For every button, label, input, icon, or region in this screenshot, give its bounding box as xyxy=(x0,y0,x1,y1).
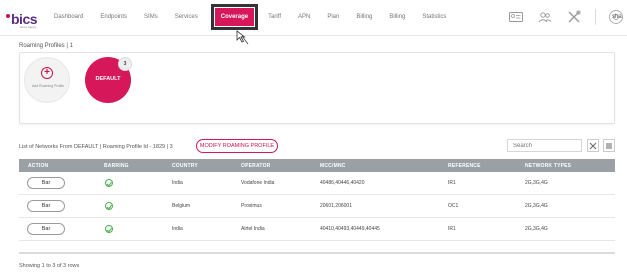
top-navigation-bar: bics we're happy Dashboard Endpoints SIM… xyxy=(0,0,627,36)
check-circle-icon xyxy=(105,225,113,233)
users-icon[interactable] xyxy=(537,9,553,25)
plus-icon: + xyxy=(41,67,53,79)
cell-mccmnc: 40486,40446,40420 xyxy=(320,180,365,186)
nav-tariff[interactable]: Tariff xyxy=(268,8,281,26)
column-header-country[interactable]: COUNTRY xyxy=(172,163,198,169)
columns-toggle-button[interactable] xyxy=(603,139,615,152)
check-circle-icon xyxy=(105,202,113,210)
cell-network-types: 2G,3G,4G xyxy=(525,226,548,232)
column-header-operator[interactable]: OPERATOR xyxy=(241,163,270,169)
toolbar-separator xyxy=(595,9,596,25)
main-nav: Dashboard Endpoints SIMs Services Covera… xyxy=(54,4,463,30)
roaming-profiles-title: Roaming Profiles | 1 xyxy=(19,43,73,49)
top-icons xyxy=(508,9,627,25)
profile-count-badge: 3 xyxy=(118,57,132,71)
nav-statistics[interactable]: Statistics xyxy=(422,8,446,26)
cell-network-types: 2G,3G,4G xyxy=(525,180,548,186)
table-row: Bar India Airtel India 40410,40493,40449… xyxy=(19,218,615,241)
nav-endpoints[interactable]: Endpoints xyxy=(100,8,127,26)
nav-services[interactable]: Services xyxy=(175,8,198,26)
list-icon xyxy=(606,143,612,148)
mouse-pointer-icon xyxy=(236,30,249,45)
cell-country: India xyxy=(172,226,183,232)
network-list-title: List of Networks From DEFAULT | Roaming … xyxy=(19,144,173,150)
nav-billing-2[interactable]: Billing xyxy=(389,8,405,26)
cell-operator: Airtel India xyxy=(241,226,265,232)
cell-operator: Vodafone India xyxy=(241,180,275,186)
table-row: Bar India Vodafone India 40486,40446,404… xyxy=(19,172,615,195)
cell-mccmnc: 40410,40493,40449,40445 xyxy=(320,226,380,232)
table-header: ACTION BARRING COUNTRY OPERATOR MCC/MNC … xyxy=(19,159,615,172)
id-card-icon[interactable] xyxy=(508,9,524,25)
column-header-barring[interactable]: BARRING xyxy=(104,163,129,169)
pagination-info: Showing 1 to 3 of 3 rows xyxy=(19,263,80,269)
cell-operator: Proximus xyxy=(241,203,262,209)
cell-country: India xyxy=(172,180,183,186)
tools-icon[interactable] xyxy=(566,9,582,25)
cell-reference: IR1 xyxy=(448,180,456,186)
add-roaming-profile-button[interactable]: + Add Roaming Profile xyxy=(24,57,70,103)
column-header-network-types[interactable]: NETWORK TYPES xyxy=(525,163,571,169)
bar-button[interactable]: Bar xyxy=(27,177,65,189)
cell-reference: IR1 xyxy=(448,226,456,232)
cell-country: Belgium xyxy=(172,203,191,209)
default-profile-label: DEFAULT xyxy=(95,76,121,82)
bar-button[interactable]: Bar xyxy=(27,200,65,212)
bics-logo[interactable]: bics we're happy xyxy=(6,10,38,29)
table-scrollbar[interactable] xyxy=(19,252,615,254)
nav-sims[interactable]: SIMs xyxy=(144,8,158,26)
user-name[interactable]: sha xyxy=(612,14,622,20)
networks-table: ACTION BARRING COUNTRY OPERATOR MCC/MNC … xyxy=(19,159,615,241)
add-roaming-profile-label: Add Roaming Profile xyxy=(31,84,65,88)
bar-button[interactable]: Bar xyxy=(27,223,65,235)
nav-dashboard[interactable]: Dashboard xyxy=(54,8,83,26)
column-header-mccmnc[interactable]: MCC/MNC xyxy=(320,163,346,169)
nav-billing[interactable]: Billing xyxy=(356,8,372,26)
logo-tagline: we're happy xyxy=(20,25,37,29)
column-header-action[interactable]: ACTION xyxy=(28,163,48,169)
modify-roaming-profile-button[interactable]: MODIFY ROAMING PROFILE xyxy=(196,139,278,153)
cell-reference: OC1 xyxy=(448,203,459,209)
cell-network-types: 2G,3G,4G xyxy=(525,203,548,209)
nav-plan[interactable]: Plan xyxy=(327,8,339,26)
search-input[interactable] xyxy=(507,139,582,152)
cell-mccmnc: 20601,206001 xyxy=(320,203,352,209)
check-circle-icon xyxy=(105,179,113,187)
table-row: Bar Belgium Proximus 20601,206001 OC1 2G… xyxy=(19,195,615,218)
nav-apn[interactable]: APN xyxy=(298,8,310,26)
logo-dot xyxy=(6,14,10,18)
column-header-reference[interactable]: REFERENCE xyxy=(448,163,481,169)
export-icon xyxy=(589,142,597,149)
nav-coverage[interactable]: Coverage xyxy=(210,4,259,30)
export-button[interactable] xyxy=(587,139,599,152)
